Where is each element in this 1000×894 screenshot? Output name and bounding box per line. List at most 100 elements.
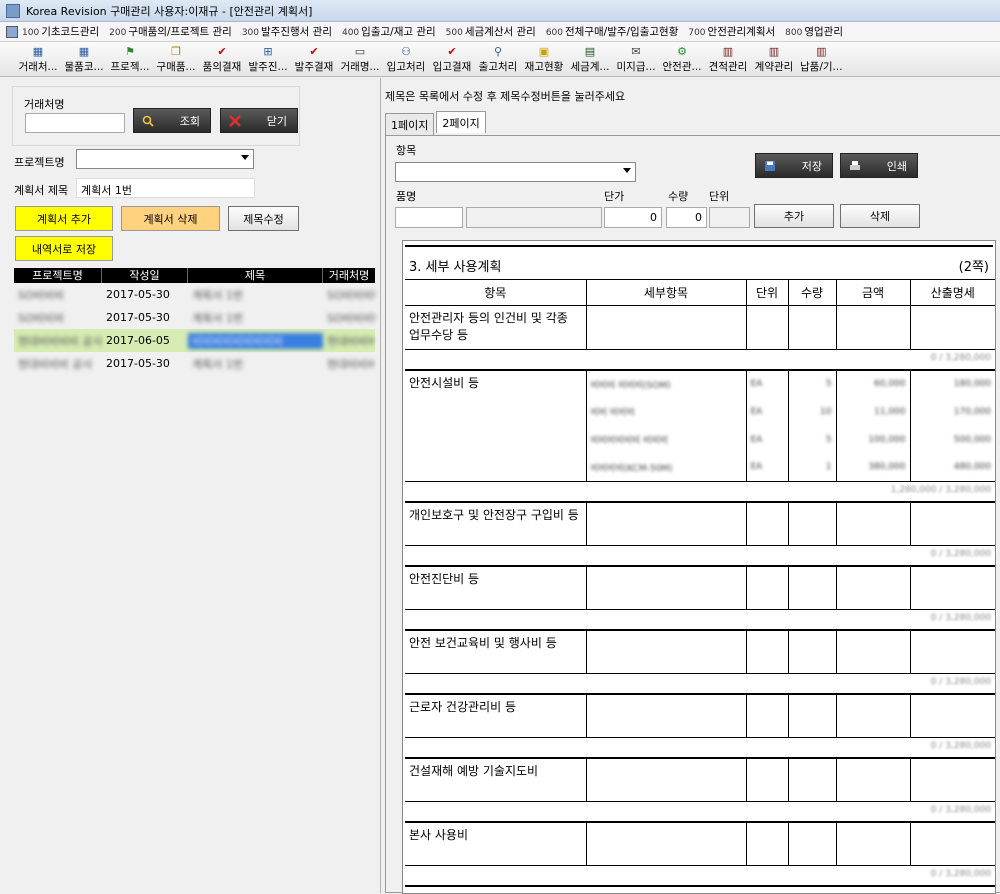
category-row: 안전 보건교육비 및 행사비 등 [405, 629, 995, 674]
delete-plan-button[interactable]: 계획서 삭제 [121, 206, 220, 231]
header-cell: 세부항목 [586, 279, 747, 306]
toolbar-button[interactable]: ✔ 입고결재 [432, 42, 472, 74]
toolbar: ▦ 거래처... ▦ 물품코... ⚑ 프로젝... ❐ 구매품... ✔ 품의결재 ⊞ 발주진...… [0, 42, 1000, 77]
table-row[interactable]: SO비비비 2017-05-30 계획서 1번 SO비비비비 [14, 306, 375, 329]
menu-item[interactable]: 700 안전관리계획서 [688, 24, 775, 39]
header-cell: 항목 [405, 279, 587, 306]
menu-item[interactable]: 800 영업관리 [785, 24, 843, 39]
item-spec [910, 758, 995, 802]
column-header[interactable]: 제목 [188, 268, 323, 283]
app-icon [6, 3, 20, 18]
item-qty [788, 693, 837, 738]
toolbar-button[interactable]: ▥ 납품/기... [800, 42, 843, 74]
print-button[interactable]: 인쇄 [840, 153, 918, 178]
toolbar-button[interactable]: ⚇ 입고처리 [386, 42, 426, 74]
edit-title-button[interactable]: 제목수정 [228, 206, 299, 231]
save-button[interactable]: 저장 [755, 153, 833, 178]
item-detail [586, 821, 747, 866]
menu-item[interactable]: 500 세금계산서 관리 [446, 24, 536, 39]
floppy-icon [765, 161, 775, 171]
client-input[interactable] [25, 113, 125, 133]
item-amount [836, 757, 911, 802]
delete-item-button[interactable]: 삭제 [840, 204, 920, 228]
item-spec [910, 694, 995, 738]
subtotal-row: 1,280,000 / 3,280,000 [405, 481, 995, 503]
search-button[interactable]: 조회 [133, 108, 211, 133]
project-select[interactable] [76, 149, 254, 169]
users-icon: ⚇ [401, 45, 411, 58]
toolbar-button[interactable]: ⊞ 발주진... [248, 42, 288, 74]
item-detail: 비비 비비비 [586, 397, 747, 426]
toolbar-button-label: 거래처... [18, 61, 58, 73]
unit-price-input[interactable]: 0 [604, 207, 662, 228]
column-header[interactable]: 거래처명 [323, 268, 375, 283]
column-header[interactable]: 작성일 [102, 268, 188, 283]
menu-item[interactable]: 400 입출고/재고 관리 [342, 24, 436, 39]
chevron-down-icon [623, 168, 631, 173]
toolbar-button[interactable]: ❐ 구매품... [156, 42, 196, 74]
qty-input[interactable]: 0 [666, 207, 707, 228]
flag-icon: ⚑ [125, 45, 135, 58]
toolbar-button[interactable]: ⚑ 프로젝... [110, 42, 150, 74]
toolbar-button[interactable]: ⚙ 안전관... [662, 42, 702, 74]
menu-item[interactable]: 300 발주진행서 관리 [242, 24, 332, 39]
grid-header: 프로젝트명 작성일 제목 거래처명 [14, 268, 375, 283]
toolbar-button-label: 프로젝... [110, 61, 150, 73]
toolbar-button[interactable]: ⚲ 출고처리 [478, 42, 518, 74]
toolbar-button[interactable]: ▣ 재고현황 [524, 42, 564, 74]
subtotal-row: 0 / 3,280,000 [405, 865, 995, 887]
item-amount [836, 693, 911, 738]
table-row[interactable]: 현대비비비 공사 2017-05-30 계획서 1번 현대비비비비 [14, 352, 375, 375]
tab-page-2[interactable]: 2페이지 [436, 111, 486, 133]
table-row[interactable]: SO비비비 2017-05-30 계획서 1번 SO비비비비비 [14, 283, 375, 306]
item-unit [746, 757, 789, 802]
book-icon: ▥ [722, 45, 734, 58]
add-plan-button[interactable]: 계획서 추가 [15, 206, 113, 231]
window-titlebar: Korea Revision 구매관리 사용자:이재규 - [안전관리 계획서] [0, 0, 1000, 22]
cell-title: 계획서 1번 [192, 288, 243, 302]
table-row[interactable]: 현대비비비비 공사 2017-06-05 비비비비비비비비비 현대비비비비 [14, 329, 375, 352]
toolbar-button[interactable]: ▥ 계약관리 [754, 42, 794, 74]
toolbar-button[interactable]: ▥ 견적관리 [708, 42, 748, 74]
item-amount: 11,000 [836, 397, 911, 426]
toolbar-button[interactable]: ▭ 거래명... [340, 42, 380, 74]
toolbar-button-label: 계약관리 [754, 61, 794, 73]
plan-title-input[interactable]: 계획서 1번 [76, 178, 255, 198]
close-button[interactable]: 닫기 [220, 108, 298, 133]
item-qty: 5 [788, 425, 837, 454]
toolbar-button[interactable]: ▦ 거래처... [18, 42, 58, 74]
subtotal-value: 1,280,000 / 3,280,000 [405, 481, 995, 503]
subtotal-value: 0 / 3,280,000 [405, 737, 995, 759]
cell-client: 현대비비비비 [327, 357, 375, 371]
category-name: 안전관리자 등의 인건비 및 각종 업무수당 등 [405, 305, 587, 350]
item-spec: 480,000 [953, 462, 991, 473]
toolbar-button[interactable]: ▤ 세금계... [570, 42, 610, 74]
add-item-button[interactable]: 추가 [754, 204, 834, 228]
header-cell: 산출명세 [910, 279, 995, 306]
menu-item[interactable]: 100 기초코드관리 [22, 24, 99, 39]
item-detail: 비비비비(KCM-50M) [586, 453, 747, 482]
item-unit [746, 821, 789, 866]
product-name-input [466, 207, 602, 228]
section-title: 3. 세부 사용계획 [409, 260, 502, 275]
subtotal-value: 0 / 3,280,000 [405, 801, 995, 823]
toolbar-button-label: 품의결재 [202, 61, 242, 73]
category-name: 안전시설비 등 [405, 369, 587, 482]
tab-page-1[interactable]: 1페이지 [385, 113, 435, 136]
toolbar-button[interactable]: ✔ 품의결재 [202, 42, 242, 74]
save-as-statement-button[interactable]: 내역서로 저장 [15, 236, 113, 261]
menu-icon [6, 25, 18, 38]
category-name: 안전 보건교육비 및 행사비 등 [405, 629, 587, 674]
column-header[interactable]: 프로젝트명 [14, 268, 102, 283]
menu-item[interactable]: 200 구매품의/프로젝트 관리 [109, 24, 232, 39]
item-qty [788, 629, 837, 674]
toolbar-button[interactable]: ✉ 미지급... [616, 42, 656, 74]
product-code-input[interactable] [395, 207, 463, 228]
cell-project: 현대비비비 공사 [18, 357, 93, 371]
item-select[interactable] [395, 162, 636, 182]
check-icon: ✔ [309, 45, 319, 58]
toolbar-button[interactable]: ✔ 발주결재 [294, 42, 334, 74]
menu-item[interactable]: 600 전체구매/발주/입출고현황 [546, 24, 679, 39]
toolbar-button[interactable]: ▦ 물품코... [64, 42, 104, 74]
toolbar-button-label: 발주진... [248, 61, 288, 73]
